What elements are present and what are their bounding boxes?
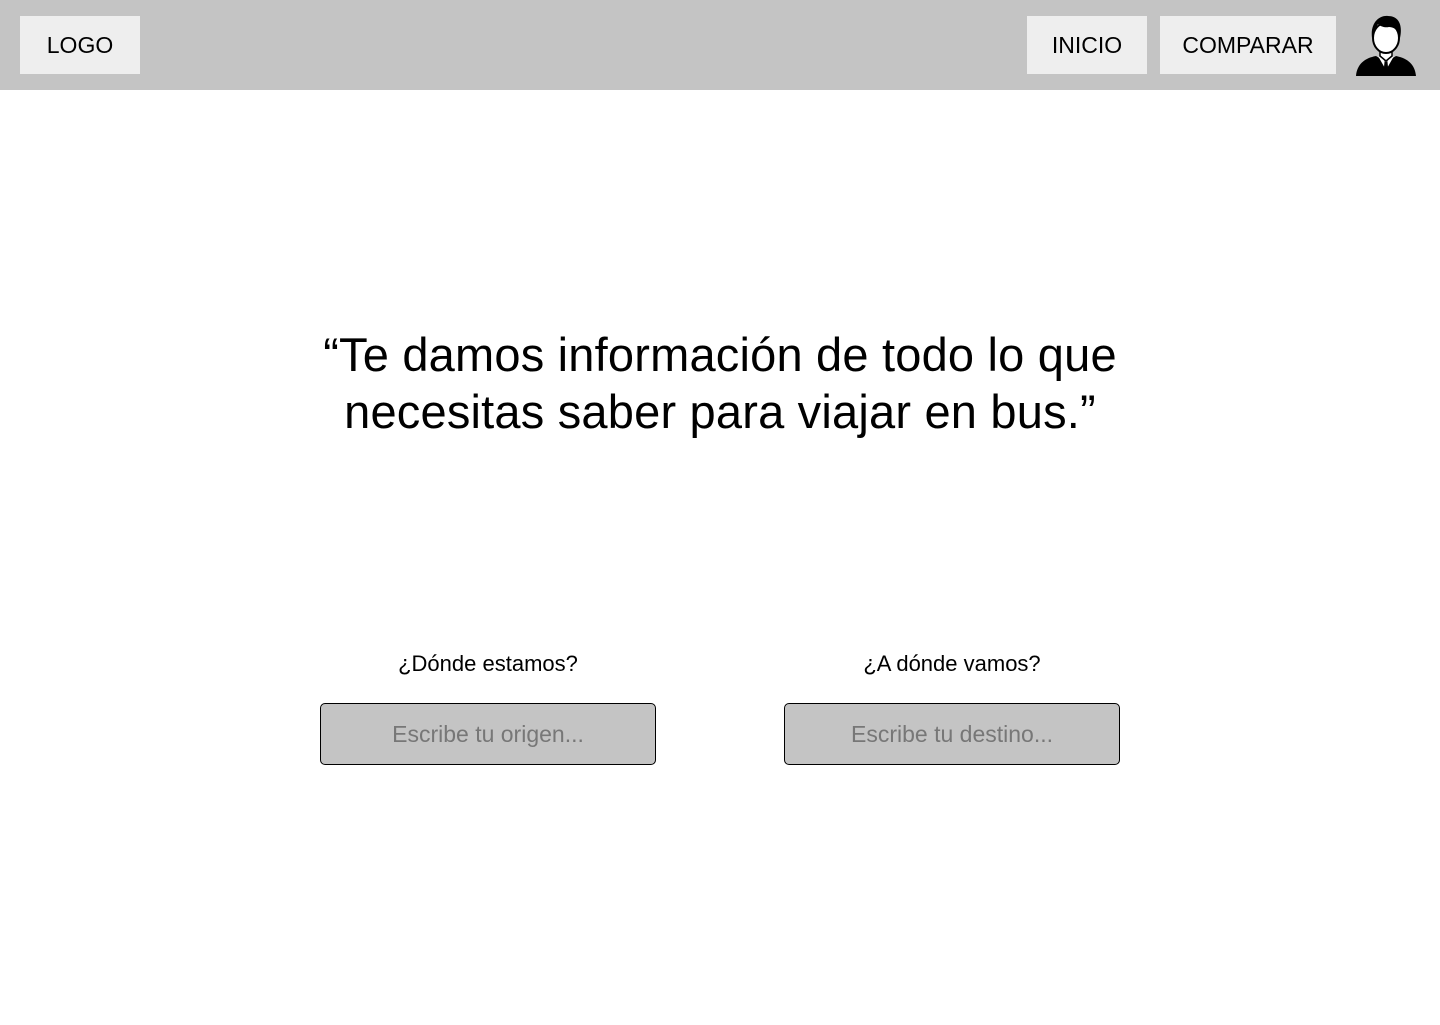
nav-inicio-label: INICIO xyxy=(1051,31,1123,58)
nav-comparar-label: COMPARAR xyxy=(1182,31,1314,58)
logo-button[interactable]: LOGO xyxy=(20,16,140,74)
destination-input[interactable] xyxy=(784,703,1120,765)
nav-comparar-button[interactable]: COMPARAR xyxy=(1160,16,1336,74)
destination-label: ¿A dónde vamos? xyxy=(863,651,1041,676)
user-avatar-icon-graphic xyxy=(1356,15,1416,76)
top-navigation-bar: LOGO INICIO COMPARAR xyxy=(0,0,1440,90)
hero-quote: “Te damos información de todo lo que nec… xyxy=(323,328,1117,438)
logo-label: LOGO xyxy=(46,31,114,58)
nav-inicio-button[interactable]: INICIO xyxy=(1027,16,1147,74)
user-avatar-icon[interactable] xyxy=(1354,12,1418,78)
landing-page: LOGO INICIO COMPARAR “Te damos informaci… xyxy=(0,0,1440,1025)
origin-input[interactable] xyxy=(320,703,656,765)
origin-label: ¿Dónde estamos? xyxy=(398,651,578,676)
